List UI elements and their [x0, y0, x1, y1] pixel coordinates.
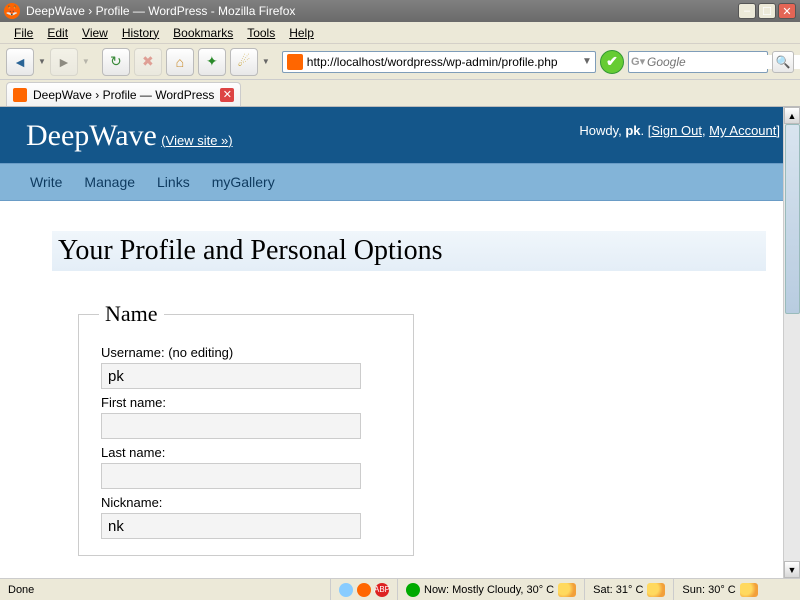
tab-strip: DeepWave › Profile — WordPress ✕ — [0, 80, 800, 106]
tab-favicon — [13, 88, 27, 102]
browser-tab[interactable]: DeepWave › Profile — WordPress ✕ — [6, 82, 241, 106]
my-account-link[interactable]: My Account — [709, 123, 776, 138]
addon-button-1[interactable]: ✦ — [198, 48, 226, 76]
scroll-up-button[interactable]: ▲ — [784, 107, 800, 124]
go-button[interactable]: ✔ — [600, 50, 624, 74]
close-button[interactable]: ✕ — [778, 3, 796, 19]
weather-sun[interactable]: Sun: 30° C — [673, 579, 765, 600]
nav-write[interactable]: Write — [30, 174, 62, 190]
back-dropdown[interactable]: ▼ — [38, 57, 46, 66]
nickname-input[interactable] — [101, 513, 361, 539]
abp-icon[interactable]: ABP — [375, 583, 389, 597]
search-engine-icon[interactable]: G▾ — [629, 55, 647, 68]
status-text: Done — [0, 579, 330, 600]
status-addon-icons[interactable]: ABP — [330, 579, 397, 600]
site-icon — [287, 54, 303, 70]
firefox-icon: 🦊 — [4, 3, 20, 19]
menu-history[interactable]: History — [116, 24, 165, 42]
status-bar: Done ABP Now: Mostly Cloudy, 30° C Sat: … — [0, 578, 800, 600]
site-title[interactable]: DeepWave — [26, 119, 157, 152]
howdy-text: Howdy, pk. [Sign Out, My Account] — [579, 123, 780, 153]
nav-links[interactable]: Links — [157, 174, 190, 190]
wp-nav: Write Manage Links myGallery — [0, 163, 800, 201]
search-button[interactable]: 🔍 — [772, 51, 794, 73]
addon-dropdown[interactable]: ▼ — [262, 57, 270, 66]
maximize-button[interactable]: ☐ — [758, 3, 776, 19]
minimize-button[interactable]: – — [738, 3, 756, 19]
username-input — [101, 363, 361, 389]
search-box[interactable]: G▾ — [628, 51, 768, 73]
menu-edit[interactable]: Edit — [41, 24, 74, 42]
weather-now[interactable]: Now: Mostly Cloudy, 30° C — [397, 579, 584, 600]
back-button[interactable]: ◄ — [6, 48, 34, 76]
firstname-input[interactable] — [101, 413, 361, 439]
sign-out-link[interactable]: Sign Out — [651, 123, 702, 138]
nav-mygallery[interactable]: myGallery — [212, 174, 275, 190]
cookies-icon[interactable] — [339, 583, 353, 597]
url-dropdown[interactable]: ▼ — [579, 56, 595, 67]
nav-manage[interactable]: Manage — [84, 174, 135, 190]
firstname-label: First name: — [101, 395, 393, 410]
weather-icon — [558, 583, 576, 597]
scrollbar[interactable]: ▲ ▼ — [783, 107, 800, 578]
stop-button[interactable]: ✖ — [134, 48, 162, 76]
home-button[interactable]: ⌂ — [166, 48, 194, 76]
addon-button-2[interactable]: ☄ — [230, 48, 258, 76]
menu-tools[interactable]: Tools — [241, 24, 281, 42]
weather-sat[interactable]: Sat: 31° C — [584, 579, 673, 600]
lastname-label: Last name: — [101, 445, 393, 460]
view-site-link[interactable]: (View site ») — [161, 133, 232, 148]
name-fieldset: Name Username: (no editing) First name: … — [78, 301, 414, 556]
weather-icon — [740, 583, 758, 597]
menu-help[interactable]: Help — [283, 24, 320, 42]
scroll-down-button[interactable]: ▼ — [784, 561, 800, 578]
window-title: DeepWave › Profile — WordPress - Mozilla… — [26, 4, 738, 18]
menu-bookmarks[interactable]: Bookmarks — [167, 24, 239, 42]
page-viewport: DeepWave (View site ») Howdy, pk. [Sign … — [0, 106, 800, 578]
wp-header: DeepWave (View site ») Howdy, pk. [Sign … — [0, 107, 800, 163]
menubar: File Edit View History Bookmarks Tools H… — [0, 22, 800, 44]
menu-view[interactable]: View — [76, 24, 114, 42]
weather-icon — [647, 583, 665, 597]
wp-body: Your Profile and Personal Options Name U… — [0, 201, 800, 556]
url-input[interactable] — [307, 55, 579, 69]
username-label: Username: (no editing) — [101, 345, 393, 360]
forward-button[interactable]: ► — [50, 48, 78, 76]
lastname-input[interactable] — [101, 463, 361, 489]
titlebar: 🦊 DeepWave › Profile — WordPress - Mozil… — [0, 0, 800, 22]
forward-dropdown[interactable]: ▼ — [82, 57, 90, 66]
tab-title: DeepWave › Profile — WordPress — [33, 88, 214, 102]
firefox-status-icon[interactable] — [357, 583, 371, 597]
page-heading: Your Profile and Personal Options — [52, 231, 766, 271]
weather-status-icon — [406, 583, 420, 597]
nav-toolbar: ◄ ▼ ► ▼ ↻ ✖ ⌂ ✦ ☄ ▼ ▼ ✔ G▾ 🔍 — [0, 44, 800, 80]
reload-button[interactable]: ↻ — [102, 48, 130, 76]
url-bar[interactable]: ▼ — [282, 51, 596, 73]
nickname-label: Nickname: — [101, 495, 393, 510]
fieldset-legend: Name — [99, 301, 164, 327]
tab-close-button[interactable]: ✕ — [220, 88, 234, 102]
menu-file[interactable]: File — [8, 24, 39, 42]
scroll-thumb[interactable] — [785, 124, 800, 314]
